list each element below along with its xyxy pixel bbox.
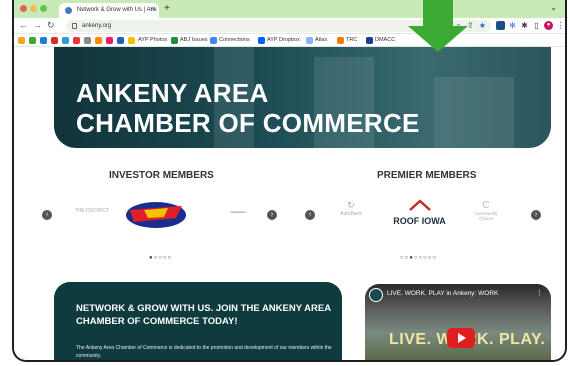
premier-prev-button[interactable]: ‹ xyxy=(305,210,315,220)
premier-logo-autobank[interactable]: ↻ AutoBank xyxy=(336,200,366,230)
roof-icon xyxy=(408,199,431,211)
bookmark-icon[interactable] xyxy=(84,37,91,44)
extension-2-icon[interactable]: ✻ xyxy=(508,21,517,30)
profile-avatar-icon[interactable]: ● xyxy=(544,21,553,30)
premier-logo-roof-iowa[interactable]: ROOF IOWA xyxy=(392,198,447,232)
premier-pagination[interactable]: ○○●○○○○○ xyxy=(400,255,437,261)
autobank-label: AutoBank xyxy=(340,211,362,217)
tab-active[interactable]: Network & Grow with Us | Ank × xyxy=(59,3,159,18)
bookmark-icon[interactable] xyxy=(18,37,25,44)
bookmark-icon[interactable] xyxy=(95,37,102,44)
annotation-arrow-shaft xyxy=(423,0,453,26)
chart-bars-icon[interactable] xyxy=(337,37,344,44)
bookmark-link[interactable]: TRC xyxy=(346,37,357,43)
sheets-icon[interactable] xyxy=(171,37,178,44)
bookmark-icon[interactable] xyxy=(117,37,124,44)
bookmark-link[interactable]: AYP Photos xyxy=(138,37,167,43)
browser-window: Network & Grow with Us | Ank × + ⌄ ← → ↻… xyxy=(12,0,567,362)
annotation-arrow-icon xyxy=(408,26,468,52)
tab-title: Network & Grow with Us | Ank xyxy=(77,7,157,13)
gmail-icon[interactable] xyxy=(51,37,58,44)
bookmark-link[interactable]: DMACC xyxy=(375,37,395,43)
investor-logo-district[interactable]: THE DISTRICT xyxy=(72,208,112,214)
minimize-window-icon[interactable] xyxy=(30,5,37,12)
video-title[interactable]: LIVE. WORK. PLAY in Ankeny: WORK xyxy=(387,290,498,297)
back-icon[interactable]: ← xyxy=(19,20,28,30)
roof-iowa-label: ROOF IOWA xyxy=(393,216,446,226)
investor-members-heading: INVESTOR MEMBERS xyxy=(109,170,214,181)
dropbox-icon[interactable] xyxy=(258,37,265,44)
youtube-video-embed[interactable]: LIVE. WORK. PLAY in Ankeny: WORK ⋮ LIVE.… xyxy=(365,284,551,360)
bookmark-link[interactable]: AYP Dropbox xyxy=(267,37,300,43)
hero-banner: ANKENY AREA CHAMBER OF COMMERCE xyxy=(54,47,551,148)
bookmarks-bar: AYP Photos ABJ Issues Connections AYP Dr… xyxy=(14,34,565,47)
premier-next-button[interactable]: › xyxy=(531,210,541,220)
tab-search-chevron-icon[interactable]: ⌄ xyxy=(550,3,557,12)
new-tab-button[interactable]: + xyxy=(164,3,170,14)
join-chamber-description: The Ankeny Area Chamber of Commerce is d… xyxy=(76,345,332,359)
dmacc-icon[interactable] xyxy=(366,37,373,44)
pinterest-icon[interactable] xyxy=(73,37,80,44)
bookmark-link[interactable]: Atlas xyxy=(315,37,327,43)
more-menu-icon[interactable]: ⋮ xyxy=(556,21,565,30)
bookmark-icon[interactable] xyxy=(62,37,69,44)
bookmark-icon[interactable] xyxy=(210,37,217,44)
sidebar-icon[interactable]: ▯ xyxy=(532,21,541,30)
xtreme-sponsor-logo[interactable] xyxy=(124,198,189,232)
autobank-icon: ↻ xyxy=(347,200,355,210)
close-window-icon[interactable] xyxy=(20,5,27,12)
bookmark-link[interactable]: Connections xyxy=(219,37,250,43)
bookmark-link[interactable]: ABJ Issues xyxy=(180,37,208,43)
hero-title-line2: CHAMBER OF COMMERCE xyxy=(76,108,420,138)
join-chamber-card: NETWORK & GROW WITH US. JOIN THE ANKENY … xyxy=(54,282,342,360)
join-chamber-heading: NETWORK & GROW WITH US. JOIN THE ANKENY … xyxy=(76,303,331,327)
building-photo xyxy=(434,77,514,148)
browser-toolbar: ← → ↻ ankeny.org ⌕ ⇪ ★ ✻ ✱ ▯ ● ⋮ xyxy=(14,18,565,34)
investor-logo-faint[interactable]: ▬▬▬ xyxy=(218,209,258,215)
channel-avatar[interactable] xyxy=(369,288,383,302)
youtube-play-icon[interactable] xyxy=(447,328,475,348)
site-favicon-icon xyxy=(65,7,72,14)
community-choice-label: Community Choice xyxy=(474,211,498,221)
tab-close-icon[interactable]: × xyxy=(150,6,154,13)
hero-title: ANKENY AREA CHAMBER OF COMMERCE xyxy=(76,78,420,138)
drive-icon[interactable] xyxy=(128,37,135,44)
premier-members-heading: PREMIER MEMBERS xyxy=(377,170,477,181)
extensions-puzzle-icon[interactable]: ✱ xyxy=(520,21,529,30)
premier-logo-community-choice[interactable]: C Community Choice xyxy=(469,200,503,230)
bookmark-icon[interactable] xyxy=(306,37,313,44)
investor-next-button[interactable]: › xyxy=(267,210,277,220)
bookmark-icon[interactable] xyxy=(106,37,113,44)
reload-icon[interactable]: ↻ xyxy=(47,20,55,31)
bookmark-icon[interactable] xyxy=(40,37,47,44)
community-choice-icon: C xyxy=(482,200,490,211)
extension-icon[interactable] xyxy=(496,21,505,30)
forward-icon[interactable]: → xyxy=(33,20,42,30)
hero-title-line1: ANKENY AREA xyxy=(76,78,269,108)
video-more-icon[interactable]: ⋮ xyxy=(536,289,543,297)
bookmark-icon[interactable] xyxy=(29,37,36,44)
maximize-window-icon[interactable] xyxy=(40,5,47,12)
investor-pagination[interactable]: ●○○○○ xyxy=(149,255,172,261)
url-text: ankeny.org xyxy=(82,23,112,29)
investor-prev-button[interactable]: ‹ xyxy=(42,210,52,220)
bookmark-star-icon[interactable]: ★ xyxy=(478,21,487,30)
tab-bar: Network & Grow with Us | Ank × + ⌄ xyxy=(14,0,565,18)
lock-icon xyxy=(72,23,77,29)
